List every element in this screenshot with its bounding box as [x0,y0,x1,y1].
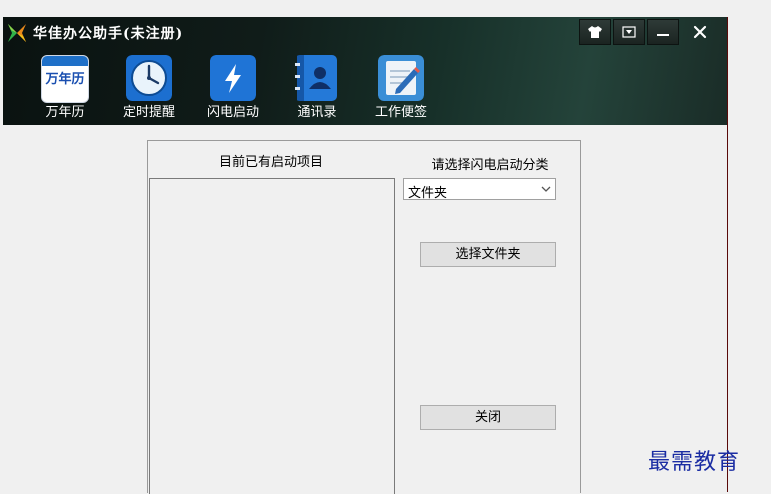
skin-button[interactable] [579,19,611,45]
toolbar-calendar[interactable]: 万年历 万年历 [23,53,107,121]
toolbar-timer-reminder-label: 定时提醒 [122,105,175,120]
calendar-icon-text: 万年历 [45,72,85,87]
menu-button[interactable] [613,19,645,45]
toolbar: 万年历 万年历 定时提醒 闪电启动 通讯录 工作便签 [23,53,443,121]
launch-list-header: 目前已有启动项目 [218,155,323,170]
calendar-icon: 万年历 [41,55,89,103]
contacts-book-icon [295,55,337,101]
shirt-icon [588,26,602,38]
toolbar-flash-launch-label: 闪电启动 [206,105,259,120]
window-title: 华佳办公助手(未注册) [33,26,184,42]
butterfly-logo-icon [8,24,26,42]
flash-launch-panel: 目前已有启动项目 请选择闪电启动分类 文件夹 选择文件夹 关闭 [147,140,581,494]
window-controls [577,19,719,45]
close-icon [693,25,707,39]
toolbar-contacts-label: 通讯录 [297,105,337,120]
minimize-icon [657,34,669,36]
category-select[interactable]: 文件夹 [403,178,556,201]
dropdown-box-icon [622,26,636,38]
toolbar-flash-launch[interactable]: 闪电启动 [191,53,275,121]
toolbar-timer-reminder[interactable]: 定时提醒 [107,53,191,121]
select-folder-button[interactable]: 选择文件夹 [420,242,556,267]
launch-items-list[interactable] [149,178,395,494]
category-label: 请选择闪电启动分类 [431,158,549,173]
app-header: 华佳办公助手(未注册) 万年历 万年历 定时提醒 闪电启动 通讯录 工作便签 [3,17,727,125]
toolbar-work-notes[interactable]: 工作便签 [359,53,443,121]
notepad-pencil-icon [378,55,424,101]
toolbar-contacts[interactable]: 通讯录 [275,53,359,121]
chevron-down-icon [541,186,551,192]
close-window-button[interactable] [681,19,719,45]
toolbar-calendar-label: 万年历 [45,105,85,120]
clock-icon [126,55,172,101]
app-window: 华佳办公助手(未注册) 万年历 万年历 定时提醒 闪电启动 通讯录 工作便签 目… [3,17,728,494]
minimize-button[interactable] [647,19,679,45]
close-button[interactable]: 关闭 [420,405,556,430]
toolbar-work-notes-label: 工作便签 [374,105,427,120]
lightning-icon [210,55,256,101]
category-select-value: 文件夹 [408,186,448,201]
watermark-text: 最需教育 [648,450,741,475]
